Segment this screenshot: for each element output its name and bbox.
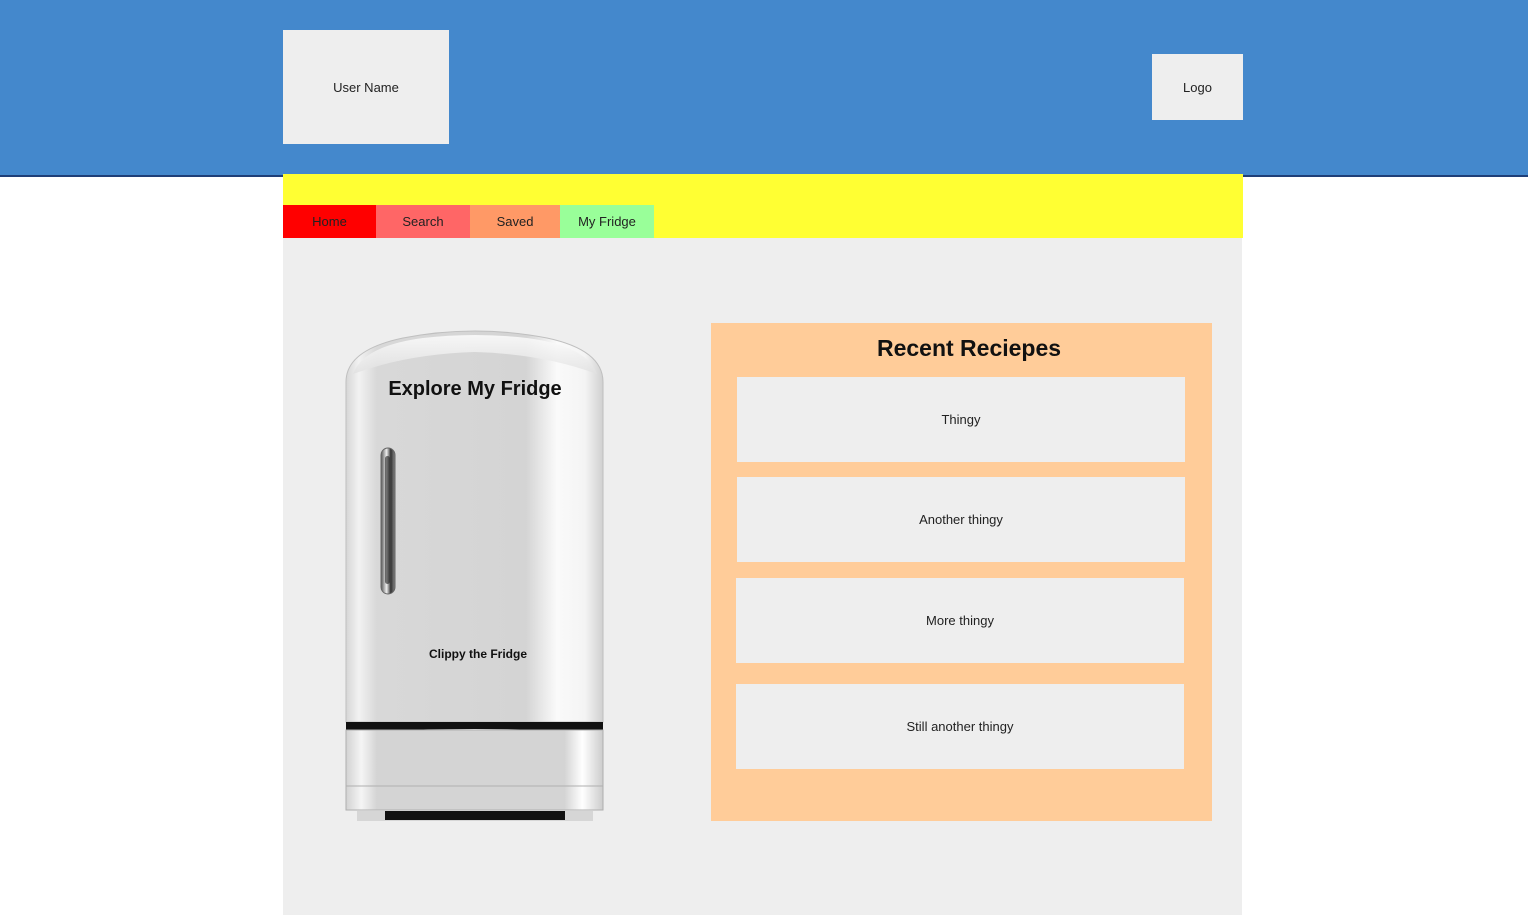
user-name-box[interactable]: User Name bbox=[283, 30, 449, 144]
tab-home-label: Home bbox=[312, 214, 347, 229]
main-nav: Home Search Saved My Fridge bbox=[283, 205, 654, 238]
recipe-item-another-thingy[interactable]: Another thingy bbox=[737, 477, 1185, 562]
tab-home[interactable]: Home bbox=[283, 205, 376, 238]
recipe-item-label: More thingy bbox=[926, 613, 994, 628]
recipe-item-still-another-thingy[interactable]: Still another thingy bbox=[736, 684, 1184, 769]
recent-recipes-title: Recent Reciepes bbox=[876, 335, 1062, 361]
tab-search-label: Search bbox=[402, 214, 444, 229]
tab-my-fridge-label: My Fridge bbox=[578, 214, 636, 229]
fridge-widget[interactable]: Explore My Fridge Clippy the Fridge bbox=[343, 330, 607, 822]
fridge-caption: Clippy the Fridge bbox=[428, 647, 527, 661]
logo[interactable]: Logo bbox=[1152, 54, 1243, 120]
tab-my-fridge[interactable]: My Fridge bbox=[560, 205, 654, 238]
user-name-label: User Name bbox=[333, 79, 399, 95]
fridge-illustration bbox=[345, 330, 604, 821]
recipe-item-label: Another thingy bbox=[919, 512, 1003, 527]
tab-search[interactable]: Search bbox=[376, 205, 470, 238]
recipe-item-thingy[interactable]: Thingy bbox=[737, 377, 1185, 462]
tab-saved[interactable]: Saved bbox=[470, 205, 560, 238]
header-band bbox=[0, 0, 1528, 177]
logo-label: Logo bbox=[1183, 79, 1212, 95]
fridge-title: Explore My Fridge bbox=[388, 378, 562, 400]
recipe-item-label: Still another thingy bbox=[906, 719, 1014, 734]
recent-recipes-panel: Recent Reciepes Thingy Another thingy Mo… bbox=[711, 323, 1212, 821]
recipe-item-more-thingy[interactable]: More thingy bbox=[736, 578, 1184, 663]
tab-saved-label: Saved bbox=[496, 214, 534, 229]
recipe-item-label: Thingy bbox=[941, 412, 981, 427]
